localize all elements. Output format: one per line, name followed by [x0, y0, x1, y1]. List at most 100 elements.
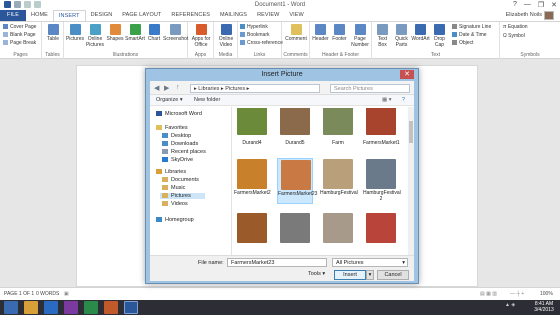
outlook-icon[interactable] — [44, 301, 58, 314]
forward-icon[interactable]: ▶ — [164, 84, 169, 92]
nav-downloads[interactable]: Downloads — [162, 141, 198, 147]
file-item[interactable]: HamburgFestival 2 — [363, 158, 401, 204]
text-box-button[interactable]: Text Box — [373, 24, 392, 48]
organize-button[interactable]: Organize ▾ — [156, 97, 183, 103]
header-button[interactable]: Header — [311, 24, 330, 42]
new-folder-button[interactable]: New folder — [194, 97, 220, 103]
path-breadcrumb[interactable]: ▸ Libraries ▸ Pictures ▸ — [190, 84, 320, 93]
file-explorer-icon[interactable] — [24, 301, 38, 314]
up-icon[interactable]: ↑ — [176, 84, 180, 91]
word-count[interactable]: 0 WORDS — [36, 291, 59, 297]
tab-home[interactable]: HOME — [26, 10, 53, 21]
view-options-icon[interactable]: ▦ ▾ — [382, 97, 392, 103]
file-item[interactable]: HamburgFestival — [320, 158, 358, 204]
ie-icon[interactable] — [4, 301, 18, 314]
nav-documents[interactable]: Documents — [162, 177, 199, 183]
chart-button[interactable]: Chart — [145, 24, 163, 42]
file-grid-scrollbar[interactable] — [408, 107, 414, 255]
comment-button[interactable]: Comment — [284, 24, 308, 42]
help-button[interactable]: ? — [513, 1, 517, 9]
file-item[interactable]: FarmersMarket1 — [363, 108, 400, 154]
drop-cap-button[interactable]: Drop Cap — [430, 24, 449, 48]
apps-for-office-button[interactable]: Apps for Office — [190, 24, 212, 48]
tab-review[interactable]: REVIEW — [252, 10, 284, 21]
insert-button[interactable]: Insert — [334, 270, 366, 280]
signature-line-button[interactable]: Signature Line — [452, 24, 491, 30]
restore-button[interactable]: ❐ — [538, 1, 544, 9]
nav-music[interactable]: Music — [162, 185, 185, 191]
tools-button[interactable]: Tools ▾ — [308, 271, 325, 277]
nav-pictures[interactable]: Pictures — [160, 193, 205, 199]
nav-homegroup[interactable]: Homegroup — [156, 217, 194, 223]
nav-libraries[interactable]: Libraries — [156, 169, 186, 175]
help-icon[interactable]: ? — [402, 97, 405, 103]
file-item[interactable] — [320, 212, 356, 255]
file-item-selected[interactable]: FarmersMarket23 — [277, 158, 317, 204]
file-name-input[interactable]: FarmersMarket23 — [227, 258, 327, 267]
tray-icons[interactable]: ▲ ◈ — [505, 302, 515, 308]
user-name[interactable]: Elizabeth Noils — [506, 12, 542, 18]
close-button[interactable]: ✕ — [551, 1, 557, 9]
file-item[interactable] — [277, 212, 313, 255]
hyperlink-button[interactable]: Hyperlink — [240, 24, 268, 30]
nav-desktop[interactable]: Desktop — [162, 133, 191, 139]
search-input[interactable]: Search Pictures — [330, 84, 410, 93]
smartart-button[interactable]: SmartArt — [125, 24, 145, 42]
file-item[interactable] — [363, 212, 399, 255]
view-buttons[interactable]: ▤ ▦ ▥ — [480, 291, 497, 297]
file-item[interactable]: FarmersMarket2 — [234, 158, 271, 204]
pictures-button[interactable]: Pictures — [65, 24, 85, 42]
file-item[interactable]: Farm — [320, 108, 356, 154]
dialog-close-button[interactable]: ✕ — [400, 70, 414, 79]
nav-favorites[interactable]: Favorites — [156, 125, 188, 131]
tab-references[interactable]: REFERENCES — [166, 10, 215, 21]
equation-button[interactable]: π Equation — [503, 24, 528, 30]
page-number-button[interactable]: Page Number — [349, 24, 371, 48]
online-video-button[interactable]: Online Video — [216, 24, 236, 48]
quick-parts-button[interactable]: Quick Parts — [392, 24, 411, 48]
proofing-icon[interactable]: ▣ — [64, 291, 69, 297]
nav-recent-places[interactable]: Recent places — [162, 149, 206, 155]
footer-button[interactable]: Footer — [330, 24, 349, 42]
zoom-slider[interactable]: — ┼ + — [510, 291, 524, 297]
scrollbar-thumb[interactable] — [409, 121, 413, 143]
page-count[interactable]: PAGE 1 OF 1 — [4, 291, 34, 297]
tab-file[interactable]: FILE — [0, 10, 27, 21]
file-item[interactable] — [234, 212, 270, 255]
word-taskbar-icon[interactable] — [124, 301, 138, 314]
avatar[interactable] — [544, 11, 554, 20]
date-time-button[interactable]: Date & Time — [452, 32, 487, 38]
tab-design[interactable]: DESIGN — [86, 10, 118, 21]
cover-page-button[interactable]: Cover Page — [3, 24, 36, 30]
nav-skydrive[interactable]: SkyDrive — [162, 157, 193, 163]
insert-dropdown-button[interactable]: ▾ — [366, 270, 374, 280]
online-pictures-button[interactable]: Online Pictures — [85, 24, 105, 48]
file-item[interactable]: Durand4 — [234, 108, 270, 154]
blank-page-button[interactable]: Blank Page — [3, 32, 36, 38]
cross-reference-button[interactable]: Cross-reference — [240, 40, 283, 46]
nav-microsoft-word[interactable]: Microsoft Word — [156, 111, 202, 117]
minimize-button[interactable]: — — [524, 1, 531, 9]
tab-insert[interactable]: INSERT — [52, 10, 86, 21]
screenshot-button[interactable]: Screenshot — [163, 24, 188, 42]
bookmark-button[interactable]: Bookmark — [240, 32, 270, 38]
tab-view[interactable]: VIEW — [284, 10, 308, 21]
onenote-icon[interactable] — [64, 301, 78, 314]
back-icon[interactable]: ◀ — [154, 84, 159, 92]
file-item[interactable]: Durand5 — [277, 108, 313, 154]
wordart-button[interactable]: WordArt — [411, 24, 430, 42]
clock[interactable]: 8:41 AM 3/4/2013 — [530, 301, 558, 313]
excel-icon[interactable] — [84, 301, 98, 314]
nav-videos[interactable]: Videos — [162, 201, 188, 207]
tab-page-layout[interactable]: PAGE LAYOUT — [117, 10, 166, 21]
tab-mailings[interactable]: MAILINGS — [215, 10, 252, 21]
shapes-button[interactable]: Shapes — [105, 24, 125, 42]
file-type-select[interactable]: All Pictures ▾ — [332, 258, 408, 267]
object-button[interactable]: Object — [452, 40, 473, 46]
table-button[interactable]: Table — [44, 24, 62, 42]
page-break-button[interactable]: Page Break — [3, 40, 36, 46]
zoom-level[interactable]: 100% — [540, 291, 553, 297]
powerpoint-icon[interactable] — [104, 301, 118, 314]
symbol-button[interactable]: Ω Symbol — [503, 33, 525, 39]
cancel-button[interactable]: Cancel — [377, 270, 409, 280]
